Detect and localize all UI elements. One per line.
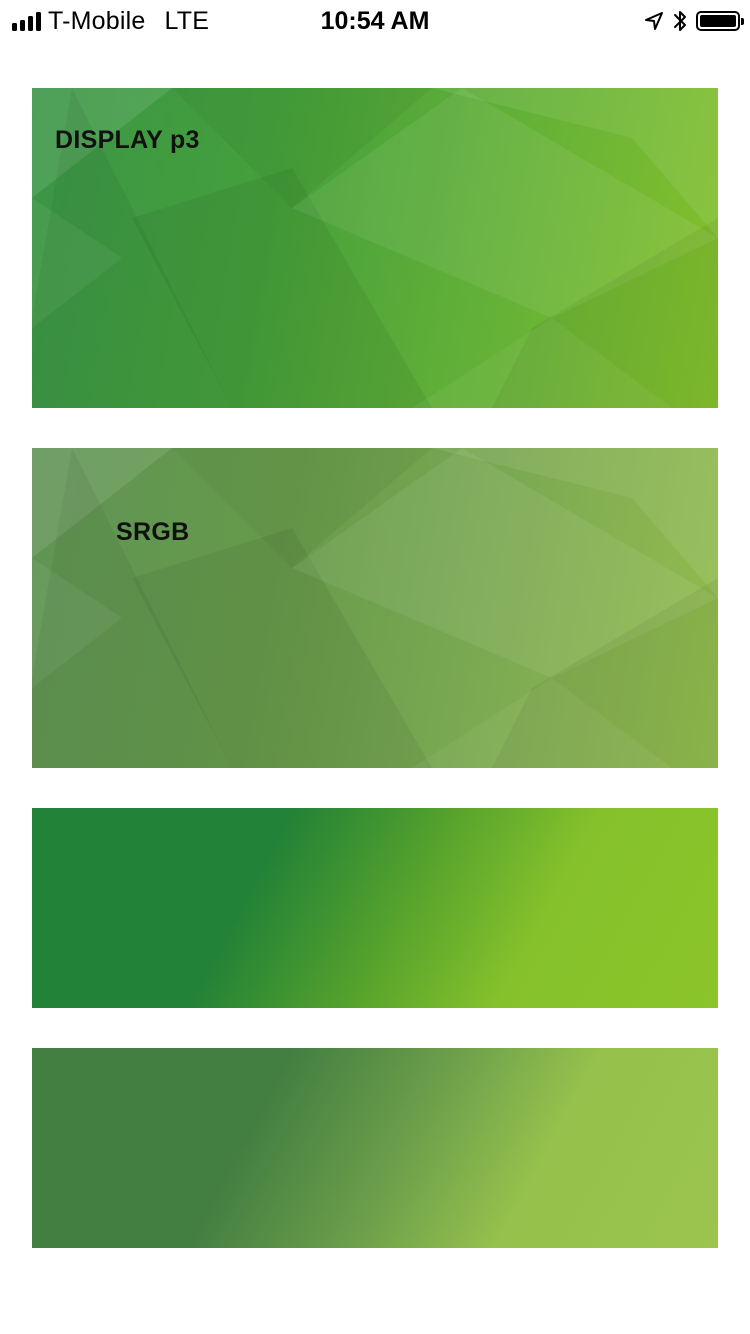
status-time: 10:54 AM xyxy=(320,7,430,35)
status-bar: T-Mobile LTE 10:54 AM xyxy=(0,0,750,40)
bluetooth-icon xyxy=(674,11,686,31)
battery-icon xyxy=(696,11,744,31)
display-p3-panel: DISPLAY p3 xyxy=(32,88,718,408)
panel-label: SRGB xyxy=(116,518,190,546)
facet-overlay xyxy=(32,448,718,768)
battery-fill xyxy=(700,15,736,27)
p3-gradient-panel xyxy=(32,808,718,1008)
battery-nub xyxy=(741,18,744,25)
location-arrow-icon xyxy=(645,12,663,30)
status-right xyxy=(644,8,744,34)
srgb-gradient-panel xyxy=(32,1048,718,1248)
panel-label: DISPLAY p3 xyxy=(55,126,200,154)
srgb-panel: SRGB xyxy=(32,448,718,768)
